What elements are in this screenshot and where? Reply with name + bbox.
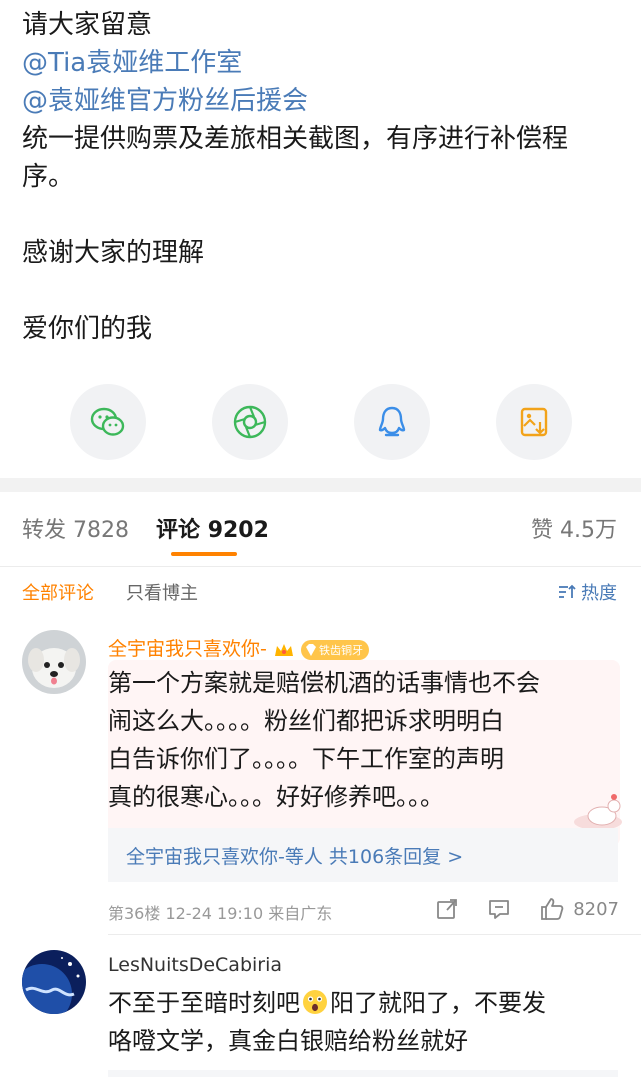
thumbs-up-icon (541, 898, 564, 920)
mention-link[interactable]: @袁娅维官方粉丝后援会 (22, 82, 622, 120)
badge-label: 铁齿铜牙 (318, 643, 363, 657)
comment-line: 第一个方案就是赔偿机酒的话事情也不会 (108, 669, 540, 697)
like-button[interactable]: 8207 (539, 896, 619, 922)
comment-segment: 阳了就阳了，不要发 (330, 989, 546, 1017)
moments-icon (233, 405, 267, 439)
sort-label: 热度 (581, 583, 617, 604)
like-count: 8207 (573, 898, 619, 920)
sort-hot-button[interactable]: 热度 (557, 579, 617, 605)
like-label: 赞 (530, 518, 553, 543)
post-line: 爱你们的我 (22, 314, 153, 344)
reply-icon[interactable] (487, 897, 511, 921)
repost-count: 7828 (73, 518, 130, 543)
comment-line: 白告诉你们了。。。。下午工作室的声明 (108, 745, 504, 773)
comment-line: 咯噔文学，真金白银赔给粉丝就好 (108, 1027, 468, 1055)
share-qq-button[interactable] (354, 384, 430, 460)
reply-users: 全宇宙我只喜欢你-等人 (126, 846, 323, 868)
commenter-name-row: 全宇宙我只喜欢你- 铁齿铜牙 (108, 634, 369, 661)
like-count: 4.5万 (560, 518, 617, 543)
comment-segment: 不至于至暗时刻吧 (108, 989, 300, 1017)
badge-chip: 铁齿铜牙 (300, 639, 369, 660)
replies-summary-partial (108, 1070, 618, 1077)
filter-all-comments[interactable]: 全部评论 (22, 579, 94, 605)
post-line: 感谢大家的理解 (22, 238, 205, 268)
tab-likes[interactable]: 赞 4.5万 (531, 512, 617, 544)
shocked-emoji-icon (303, 990, 327, 1014)
commenter-name[interactable]: 全宇宙我只喜欢你- (108, 638, 267, 660)
cat-sticker-icon (574, 794, 622, 830)
post-line: 统一提供购票及差旅相关截图，有序进行补偿程 (22, 124, 569, 154)
tab-comments[interactable]: 评论 9202 (156, 512, 269, 544)
replies-summary[interactable]: 全宇宙我只喜欢你-等人 共106条回复 > (108, 828, 618, 882)
post-line: 序。 (22, 162, 75, 192)
comment-line: 不至于至暗时刻吧 阳了就阳了，不要发 (108, 984, 546, 1022)
repost-label: 转发 (22, 518, 67, 543)
comment-line: 真的很寒心。。。好好修养吧。。。 (108, 783, 444, 811)
comment-label: 评论 (156, 518, 201, 543)
comment-count: 9202 (207, 518, 269, 543)
stats-tabs: 转发 7828 评论 9202 赞 4.5万 (0, 492, 641, 566)
comment-text: 第一个方案就是赔偿机酒的话事情也不会 闹这么大。。。。粉丝们都把诉求明明白 白告… (108, 664, 540, 816)
comment-line: 闹这么大。。。。粉丝们都把诉求明明白 (108, 707, 504, 735)
comment-actions: 8207 (435, 896, 619, 922)
comment-meta: 第36楼 12-24 19:10 来自广东 (108, 904, 333, 923)
active-tab-indicator (171, 552, 237, 556)
post-line: 请大家留意 (22, 10, 153, 40)
wechat-icon (90, 407, 125, 436)
tab-repost[interactable]: 转发 7828 (22, 512, 129, 544)
qq-icon (378, 406, 406, 437)
section-divider (0, 478, 641, 492)
avatar[interactable] (22, 630, 86, 694)
comment-text: 不至于至暗时刻吧 阳了就阳了，不要发 咯噔文学，真金白银赔给粉丝就好 (108, 984, 546, 1060)
share-icon[interactable] (435, 897, 459, 921)
share-moments-button[interactable] (212, 384, 288, 460)
save-image-button[interactable] (496, 384, 572, 460)
post-body: 请大家留意 @Tia袁娅维工作室 @袁娅维官方粉丝后援会 统一提供购票及差旅相关… (22, 6, 622, 348)
crown-icon (274, 643, 293, 656)
filter-owner-only[interactable]: 只看博主 (126, 579, 198, 605)
diamond-icon (305, 643, 316, 656)
earth-avatar-image (22, 950, 86, 1014)
avatar[interactable] (22, 950, 86, 1014)
dog-avatar-image (22, 630, 86, 694)
reply-count: 共106条回复 > (328, 846, 464, 868)
comment-separator (108, 934, 641, 935)
commenter-name[interactable]: LesNuitsDeCabiria (108, 954, 282, 976)
share-row (0, 384, 641, 460)
comment-filters: 全部评论 只看博主 热度 (0, 567, 641, 617)
sort-icon (559, 584, 576, 598)
save-image-icon (520, 407, 548, 437)
share-wechat-button[interactable] (70, 384, 146, 460)
mention-link[interactable]: @Tia袁娅维工作室 (22, 44, 622, 82)
